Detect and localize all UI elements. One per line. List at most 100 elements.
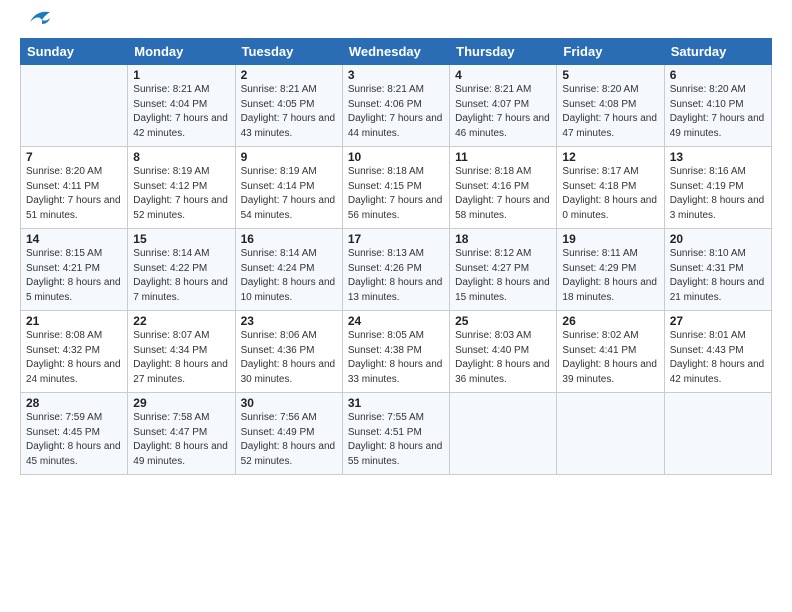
day-number: 26 [562, 314, 658, 328]
weekday-header-tuesday: Tuesday [235, 39, 342, 65]
day-info: Sunrise: 8:05 AMSunset: 4:38 PMDaylight:… [348, 329, 444, 387]
day-info: Sunrise: 8:19 AMSunset: 4:14 PMDaylight:… [241, 165, 337, 223]
day-number: 18 [455, 232, 551, 246]
calendar-cell [664, 393, 771, 475]
week-row-4: 28Sunrise: 7:59 AMSunset: 4:45 PMDayligh… [21, 393, 772, 475]
calendar-table: SundayMondayTuesdayWednesdayThursdayFrid… [20, 38, 772, 475]
calendar-cell: 27Sunrise: 8:01 AMSunset: 4:43 PMDayligh… [664, 311, 771, 393]
day-info: Sunrise: 8:14 AMSunset: 4:24 PMDaylight:… [241, 247, 337, 305]
day-number: 7 [26, 150, 122, 164]
day-info: Sunrise: 8:18 AMSunset: 4:16 PMDaylight:… [455, 165, 551, 223]
calendar-cell [557, 393, 664, 475]
day-number: 2 [241, 68, 337, 82]
day-number: 9 [241, 150, 337, 164]
day-number: 30 [241, 396, 337, 410]
day-number: 19 [562, 232, 658, 246]
day-info: Sunrise: 8:21 AMSunset: 4:04 PMDaylight:… [133, 83, 229, 141]
weekday-header-friday: Friday [557, 39, 664, 65]
day-info: Sunrise: 8:02 AMSunset: 4:41 PMDaylight:… [562, 329, 658, 387]
calendar-cell: 8Sunrise: 8:19 AMSunset: 4:12 PMDaylight… [128, 147, 235, 229]
day-info: Sunrise: 8:16 AMSunset: 4:19 PMDaylight:… [670, 165, 766, 223]
day-info: Sunrise: 8:06 AMSunset: 4:36 PMDaylight:… [241, 329, 337, 387]
calendar-cell: 16Sunrise: 8:14 AMSunset: 4:24 PMDayligh… [235, 229, 342, 311]
calendar-cell: 21Sunrise: 8:08 AMSunset: 4:32 PMDayligh… [21, 311, 128, 393]
day-info: Sunrise: 8:21 AMSunset: 4:05 PMDaylight:… [241, 83, 337, 141]
day-info: Sunrise: 8:19 AMSunset: 4:12 PMDaylight:… [133, 165, 229, 223]
day-number: 28 [26, 396, 122, 410]
day-info: Sunrise: 7:55 AMSunset: 4:51 PMDaylight:… [348, 411, 444, 469]
day-info: Sunrise: 7:59 AMSunset: 4:45 PMDaylight:… [26, 411, 122, 469]
day-info: Sunrise: 8:14 AMSunset: 4:22 PMDaylight:… [133, 247, 229, 305]
calendar-cell: 15Sunrise: 8:14 AMSunset: 4:22 PMDayligh… [128, 229, 235, 311]
calendar-cell: 20Sunrise: 8:10 AMSunset: 4:31 PMDayligh… [664, 229, 771, 311]
weekday-header-monday: Monday [128, 39, 235, 65]
day-info: Sunrise: 8:13 AMSunset: 4:26 PMDaylight:… [348, 247, 444, 305]
day-number: 4 [455, 68, 551, 82]
day-number: 29 [133, 396, 229, 410]
logo-bird-icon [22, 8, 54, 30]
week-row-0: 1Sunrise: 8:21 AMSunset: 4:04 PMDaylight… [21, 65, 772, 147]
calendar-cell [450, 393, 557, 475]
day-number: 25 [455, 314, 551, 328]
week-row-1: 7Sunrise: 8:20 AMSunset: 4:11 PMDaylight… [21, 147, 772, 229]
calendar-cell: 6Sunrise: 8:20 AMSunset: 4:10 PMDaylight… [664, 65, 771, 147]
day-number: 11 [455, 150, 551, 164]
day-info: Sunrise: 7:56 AMSunset: 4:49 PMDaylight:… [241, 411, 337, 469]
day-number: 27 [670, 314, 766, 328]
day-number: 31 [348, 396, 444, 410]
calendar-cell: 24Sunrise: 8:05 AMSunset: 4:38 PMDayligh… [342, 311, 449, 393]
calendar-cell: 1Sunrise: 8:21 AMSunset: 4:04 PMDaylight… [128, 65, 235, 147]
weekday-header-saturday: Saturday [664, 39, 771, 65]
day-number: 22 [133, 314, 229, 328]
day-info: Sunrise: 8:08 AMSunset: 4:32 PMDaylight:… [26, 329, 122, 387]
weekday-header-thursday: Thursday [450, 39, 557, 65]
day-info: Sunrise: 8:03 AMSunset: 4:40 PMDaylight:… [455, 329, 551, 387]
day-info: Sunrise: 8:12 AMSunset: 4:27 PMDaylight:… [455, 247, 551, 305]
day-number: 15 [133, 232, 229, 246]
calendar-cell: 5Sunrise: 8:20 AMSunset: 4:08 PMDaylight… [557, 65, 664, 147]
weekday-header-row: SundayMondayTuesdayWednesdayThursdayFrid… [21, 39, 772, 65]
day-number: 13 [670, 150, 766, 164]
day-number: 8 [133, 150, 229, 164]
week-row-2: 14Sunrise: 8:15 AMSunset: 4:21 PMDayligh… [21, 229, 772, 311]
header [20, 16, 772, 30]
weekday-header-wednesday: Wednesday [342, 39, 449, 65]
calendar-cell: 23Sunrise: 8:06 AMSunset: 4:36 PMDayligh… [235, 311, 342, 393]
day-number: 14 [26, 232, 122, 246]
calendar-cell: 17Sunrise: 8:13 AMSunset: 4:26 PMDayligh… [342, 229, 449, 311]
calendar-cell: 10Sunrise: 8:18 AMSunset: 4:15 PMDayligh… [342, 147, 449, 229]
calendar-cell: 4Sunrise: 8:21 AMSunset: 4:07 PMDaylight… [450, 65, 557, 147]
calendar-cell: 30Sunrise: 7:56 AMSunset: 4:49 PMDayligh… [235, 393, 342, 475]
day-number: 5 [562, 68, 658, 82]
day-number: 12 [562, 150, 658, 164]
day-number: 6 [670, 68, 766, 82]
day-info: Sunrise: 8:01 AMSunset: 4:43 PMDaylight:… [670, 329, 766, 387]
day-info: Sunrise: 8:20 AMSunset: 4:10 PMDaylight:… [670, 83, 766, 141]
week-row-3: 21Sunrise: 8:08 AMSunset: 4:32 PMDayligh… [21, 311, 772, 393]
day-number: 17 [348, 232, 444, 246]
day-info: Sunrise: 8:11 AMSunset: 4:29 PMDaylight:… [562, 247, 658, 305]
calendar-cell: 12Sunrise: 8:17 AMSunset: 4:18 PMDayligh… [557, 147, 664, 229]
day-info: Sunrise: 8:15 AMSunset: 4:21 PMDaylight:… [26, 247, 122, 305]
calendar-cell: 29Sunrise: 7:58 AMSunset: 4:47 PMDayligh… [128, 393, 235, 475]
day-info: Sunrise: 8:21 AMSunset: 4:06 PMDaylight:… [348, 83, 444, 141]
calendar-cell: 7Sunrise: 8:20 AMSunset: 4:11 PMDaylight… [21, 147, 128, 229]
day-info: Sunrise: 8:10 AMSunset: 4:31 PMDaylight:… [670, 247, 766, 305]
day-info: Sunrise: 8:21 AMSunset: 4:07 PMDaylight:… [455, 83, 551, 141]
day-info: Sunrise: 8:17 AMSunset: 4:18 PMDaylight:… [562, 165, 658, 223]
day-number: 21 [26, 314, 122, 328]
calendar-cell: 18Sunrise: 8:12 AMSunset: 4:27 PMDayligh… [450, 229, 557, 311]
day-number: 3 [348, 68, 444, 82]
calendar-cell: 25Sunrise: 8:03 AMSunset: 4:40 PMDayligh… [450, 311, 557, 393]
calendar-cell: 14Sunrise: 8:15 AMSunset: 4:21 PMDayligh… [21, 229, 128, 311]
day-info: Sunrise: 7:58 AMSunset: 4:47 PMDaylight:… [133, 411, 229, 469]
day-number: 24 [348, 314, 444, 328]
day-number: 16 [241, 232, 337, 246]
calendar-cell: 22Sunrise: 8:07 AMSunset: 4:34 PMDayligh… [128, 311, 235, 393]
calendar-cell: 31Sunrise: 7:55 AMSunset: 4:51 PMDayligh… [342, 393, 449, 475]
calendar-cell: 2Sunrise: 8:21 AMSunset: 4:05 PMDaylight… [235, 65, 342, 147]
calendar-cell: 19Sunrise: 8:11 AMSunset: 4:29 PMDayligh… [557, 229, 664, 311]
calendar-cell: 13Sunrise: 8:16 AMSunset: 4:19 PMDayligh… [664, 147, 771, 229]
calendar-cell: 26Sunrise: 8:02 AMSunset: 4:41 PMDayligh… [557, 311, 664, 393]
day-info: Sunrise: 8:18 AMSunset: 4:15 PMDaylight:… [348, 165, 444, 223]
